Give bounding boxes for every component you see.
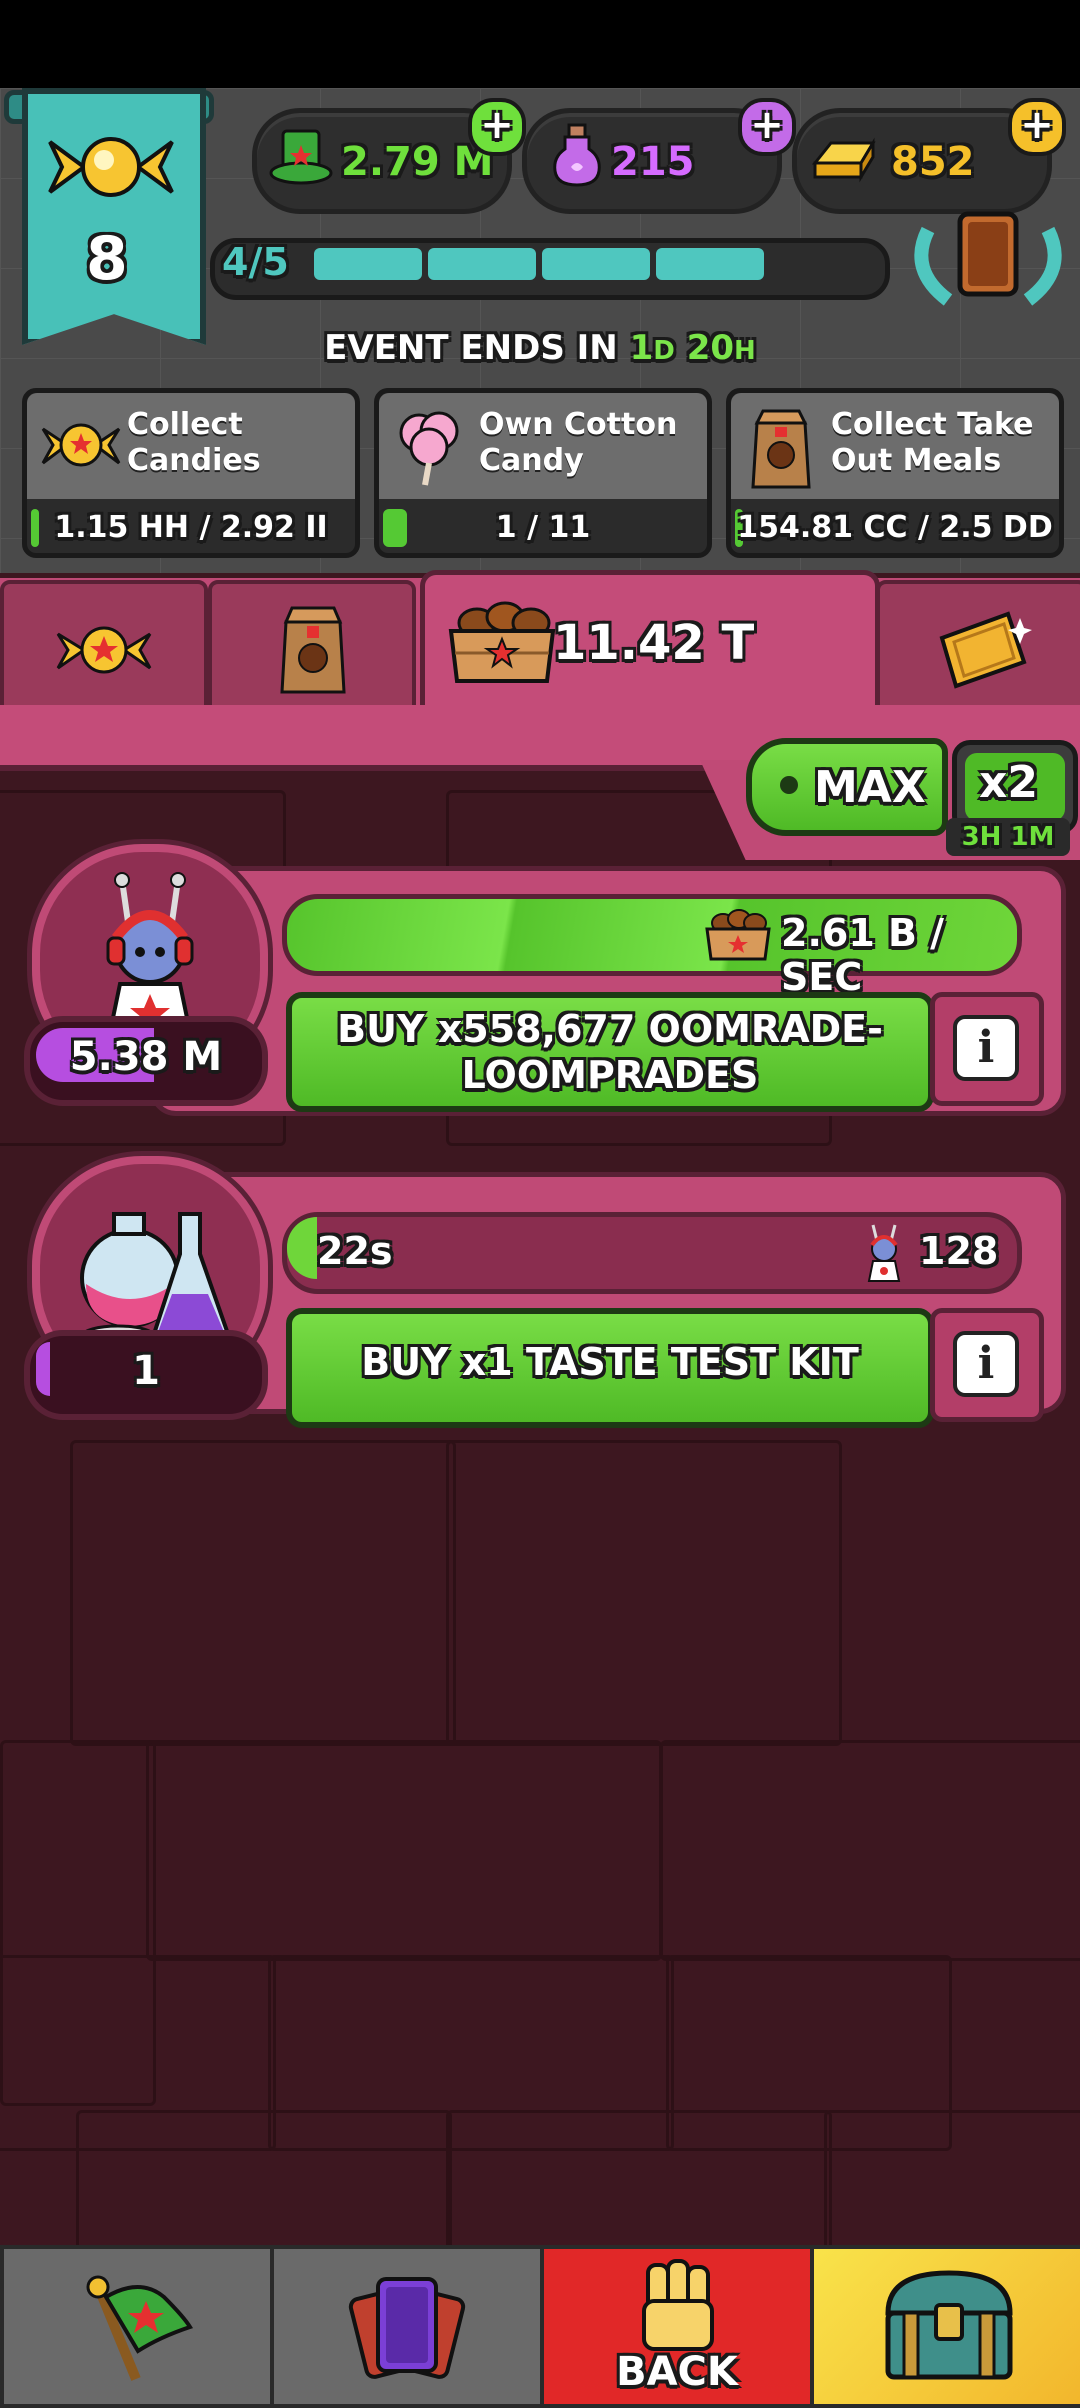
hats-value: 2.79 M bbox=[341, 139, 494, 185]
golden-ticket-icon bbox=[939, 611, 1032, 689]
crate-icon bbox=[705, 909, 771, 961]
taste-kit-count: 1 bbox=[132, 1348, 160, 1394]
buy-taste-kit-label: BUY x1 TASTE TEST KIT bbox=[361, 1340, 859, 1384]
add-hats-button[interactable]: + bbox=[468, 98, 526, 156]
nav-cards-button[interactable] bbox=[270, 2245, 544, 2408]
add-potions-button[interactable]: + bbox=[738, 98, 796, 156]
event-days-unit: D bbox=[653, 336, 675, 366]
max-button[interactable]: MAX bbox=[746, 738, 948, 836]
taste-kit-required: 128 bbox=[919, 1229, 999, 1273]
treasure-chest-icon bbox=[885, 2270, 1013, 2380]
nav-flag-button[interactable] bbox=[0, 2245, 274, 2408]
takeout-bag-icon bbox=[751, 409, 811, 489]
quest-title: Collect Take Out Meals bbox=[831, 407, 1034, 478]
level-banner[interactable]: 8 bbox=[22, 88, 206, 345]
laurel-card-icon bbox=[914, 211, 1062, 306]
max-button-dot bbox=[780, 776, 798, 794]
tab-golden-ticket[interactable] bbox=[876, 580, 1080, 718]
flag-icon bbox=[86, 2275, 193, 2381]
gold-bar-icon bbox=[811, 137, 876, 183]
wall-brick bbox=[446, 2110, 832, 2256]
wall-brick bbox=[70, 1440, 456, 1746]
tab-crates-active[interactable]: 11.42 T bbox=[420, 570, 880, 725]
quest-progress: 1.15 HH / 2.92 II bbox=[54, 510, 328, 545]
taste-kit-timer-bar: 22s 128 bbox=[282, 1212, 1022, 1294]
candy-icon bbox=[56, 626, 152, 674]
taste-kit-info-button[interactable]: i bbox=[930, 1308, 1044, 1422]
oompa-rate: 2.61 B / SEC bbox=[781, 911, 945, 999]
tab-takeout[interactable] bbox=[208, 580, 416, 718]
event-days-num: 1 bbox=[629, 328, 654, 368]
gold-value: 852 bbox=[891, 139, 975, 185]
crates-total: 11.42 T bbox=[553, 615, 755, 671]
nav-chest-button[interactable] bbox=[810, 2245, 1080, 2408]
progress-segment bbox=[656, 248, 764, 280]
buy-oompa-button[interactable]: BUY x558,677 OOMRADE- LOOMPRADES bbox=[286, 992, 934, 1112]
wall-brick bbox=[824, 2110, 1080, 2256]
quest-progress: 1 / 11 bbox=[495, 510, 591, 545]
level-value: 8 bbox=[86, 224, 128, 294]
taste-kit-timer: 22s bbox=[317, 1229, 393, 1273]
wall-brick bbox=[76, 2110, 452, 2256]
oompa-loompa-icon bbox=[867, 1224, 901, 1282]
purple-potion-bottle-icon bbox=[553, 123, 601, 187]
oompa-count-pill: 5.38 M bbox=[24, 1016, 268, 1106]
event-timer-prefix: EVENT ENDS IN bbox=[324, 328, 618, 368]
wall-brick bbox=[660, 1740, 1080, 1961]
quest-progress: 154.81 CC / 2.5 DD bbox=[737, 510, 1053, 545]
quest-title: Own Cotton Candy bbox=[479, 407, 678, 478]
boost-timer: 3H 1M bbox=[946, 818, 1070, 856]
progress-segment bbox=[428, 248, 536, 280]
cotton-candy-icon bbox=[399, 411, 459, 486]
cards-icon bbox=[348, 2277, 466, 2379]
crate-icon bbox=[448, 601, 556, 683]
back-fist-icon bbox=[642, 2259, 714, 2351]
potions-value: 215 bbox=[611, 139, 695, 185]
oompa-production-bar: 2.61 B / SEC bbox=[282, 894, 1022, 999]
wall-brick bbox=[446, 1440, 842, 1746]
quest-card-own-cotton-candy[interactable]: Own Cotton Candy 1 / 11 bbox=[374, 388, 712, 558]
boost-x2-label: x2 bbox=[979, 757, 1038, 808]
status-bar bbox=[0, 0, 1080, 88]
takeout-bag-icon bbox=[280, 606, 346, 694]
taste-kit-count-pill: 1 bbox=[24, 1330, 268, 1420]
candy-icon bbox=[48, 137, 174, 197]
quest-card-collect-candies[interactable]: Collect Candies 1.15 HH / 2.92 II bbox=[22, 388, 360, 558]
event-hours-num: 20 bbox=[686, 328, 735, 368]
add-gold-button[interactable]: + bbox=[1008, 98, 1066, 156]
buy-taste-kit-button[interactable]: BUY x1 TASTE TEST KIT bbox=[286, 1308, 934, 1428]
info-icon: i bbox=[953, 1331, 1019, 1397]
back-label: BACK bbox=[616, 2349, 738, 2395]
buy-oompa-label: BUY x558,677 OOMRADE- LOOMPRADES bbox=[337, 1007, 883, 1097]
oompa-count: 5.38 M bbox=[69, 1034, 223, 1080]
tab-candies[interactable] bbox=[0, 580, 208, 718]
level-progress-label: 4/5 bbox=[222, 240, 289, 284]
event-timer: EVENT ENDS IN 1D 20H bbox=[0, 328, 1080, 368]
event-hours-unit: H bbox=[734, 336, 756, 366]
wall-brick bbox=[146, 1740, 662, 1961]
progress-segment bbox=[542, 248, 650, 280]
nav-back-button[interactable]: BACK bbox=[540, 2245, 814, 2408]
max-label: MAX bbox=[814, 762, 926, 813]
info-icon: i bbox=[953, 1015, 1019, 1081]
taste-kit-timer-fill bbox=[287, 1217, 317, 1279]
oompa-info-button[interactable]: i bbox=[930, 992, 1044, 1106]
progress-segment bbox=[314, 248, 422, 280]
quest-title: Collect Candies bbox=[127, 407, 261, 478]
quest-card-collect-take-out-meals[interactable]: Collect Take Out Meals 154.81 CC / 2.5 DD bbox=[726, 388, 1064, 558]
green-top-hat-icon bbox=[269, 129, 333, 185]
candy-icon bbox=[41, 423, 121, 467]
reward-card-button[interactable] bbox=[908, 210, 1068, 310]
